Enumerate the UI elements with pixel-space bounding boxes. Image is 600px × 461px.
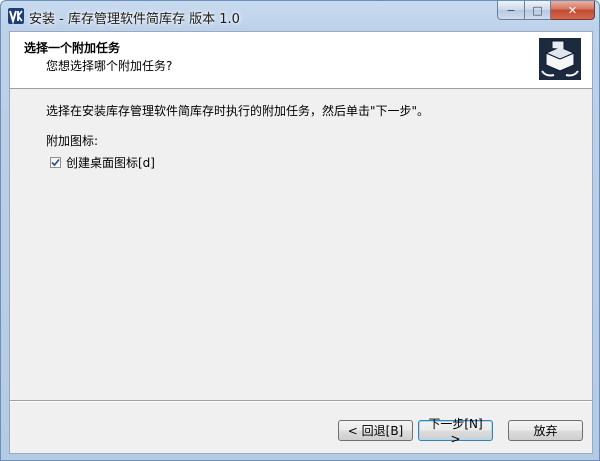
window-title: 安装 - 库存管理软件简库存 版本 1.0 bbox=[29, 12, 240, 27]
back-button[interactable]: < 回退[B] bbox=[338, 420, 413, 441]
minimize-button[interactable]: − bbox=[497, 1, 525, 20]
checkmark-icon bbox=[51, 158, 60, 167]
wizard-header: 选择一个附加任务 您想选择哪个附加任务? bbox=[10, 32, 592, 89]
wizard-client-area: 选择一个附加任务 您想选择哪个附加任务? 选择在安装库存管理软件简库存时执行的附… bbox=[9, 31, 593, 454]
maximize-button[interactable]: □ bbox=[525, 1, 551, 20]
next-button[interactable]: 下一步[N] > bbox=[418, 417, 493, 446]
page-title: 选择一个附加任务 bbox=[24, 41, 121, 55]
task-label: 创建桌面图标[d] bbox=[66, 156, 155, 170]
installer-box-icon bbox=[536, 35, 584, 83]
button-separator bbox=[10, 400, 592, 402]
additional-icons-label: 附加图标: bbox=[46, 134, 99, 148]
close-button[interactable]: ✕ bbox=[551, 1, 595, 20]
title-bar[interactable]: 安装 - 库存管理软件简库存 版本 1.0 − □ ✕ bbox=[1, 1, 599, 31]
task-desktop-icon[interactable]: 创建桌面图标[d] bbox=[50, 154, 155, 171]
page-subtitle: 您想选择哪个附加任务? bbox=[46, 59, 173, 73]
caption-buttons: − □ ✕ bbox=[497, 1, 595, 21]
instruction-text: 选择在安装库存管理软件简库存时执行的附加任务，然后单击"下一步"。 bbox=[46, 104, 430, 118]
installer-window: 安装 - 库存管理软件简库存 版本 1.0 − □ ✕ 选择一个附加任务 您想选… bbox=[0, 0, 600, 461]
cancel-button[interactable]: 放弃 bbox=[508, 420, 583, 441]
desktop-icon-checkbox[interactable] bbox=[50, 157, 61, 168]
app-logo-icon bbox=[8, 8, 24, 25]
